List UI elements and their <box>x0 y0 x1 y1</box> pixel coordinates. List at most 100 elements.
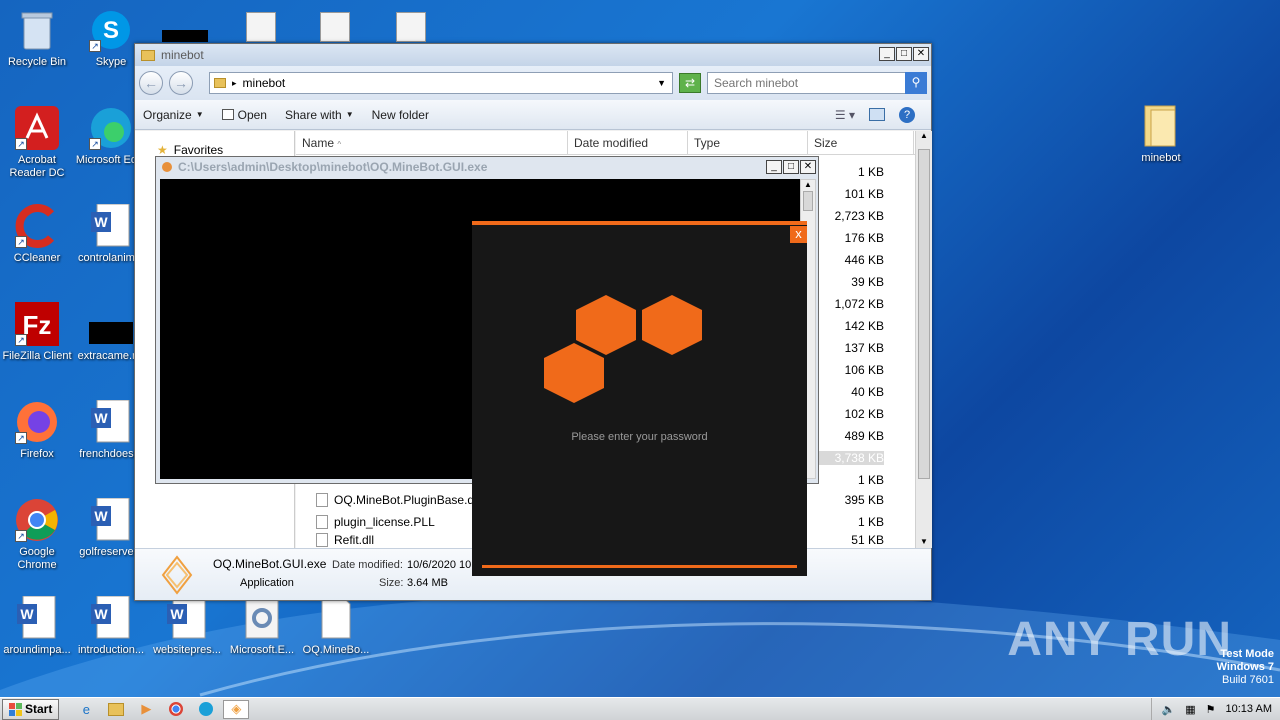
start-label: Start <box>25 702 53 716</box>
close-button[interactable]: x <box>790 226 807 243</box>
desktop-icon-websitepres[interactable]: W websitepres... <box>150 596 224 657</box>
media-player-icon[interactable]: ▶ <box>133 700 159 719</box>
desktop-icon-oq-minebot[interactable]: OQ.MineBo... <box>299 596 373 657</box>
chevron-down-icon[interactable]: ▼ <box>657 78 666 88</box>
maximize-button[interactable]: □ <box>896 47 912 61</box>
folder-icon <box>1139 104 1183 148</box>
maximize-button[interactable]: □ <box>783 160 799 174</box>
address-text: minebot <box>242 76 286 90</box>
folder-icon <box>141 49 155 61</box>
scroll-down-icon[interactable]: ▼ <box>916 537 932 546</box>
minebot-taskbar-icon[interactable]: ◈ <box>223 699 250 719</box>
command-toolbar: Organize ▼ Open Share with ▼ New folder ☰ … <box>135 100 931 130</box>
organize-menu[interactable]: Organize ▼ <box>143 108 204 122</box>
chevron-down-icon: ▼ <box>345 110 354 119</box>
address-bar[interactable]: ▸ minebot ▼ <box>209 72 673 94</box>
close-button[interactable]: ✕ <box>913 47 929 61</box>
clock[interactable]: 10:13 AM <box>1226 703 1272 715</box>
password-dialog[interactable]: x Please enter your password <box>472 221 807 576</box>
desktop-icon-aroundimpa[interactable]: W aroundimpa... <box>0 596 74 657</box>
console-titlebar[interactable]: C:\Users\admin\Desktop\minebot\OQ.MineBo… <box>156 157 818 177</box>
desktop-icon-label: Recycle Bin <box>7 56 67 68</box>
close-button[interactable]: ✕ <box>800 160 816 174</box>
column-date-label: Date modified <box>574 136 649 150</box>
share-with-menu[interactable]: Share with ▼ <box>285 108 354 122</box>
desktop-icon-label: OQ.MineBo... <box>302 644 370 656</box>
column-header: Name ^ Date modified Type Size <box>296 131 932 155</box>
start-button[interactable]: Start <box>2 698 60 720</box>
scrollbar-thumb[interactable] <box>918 149 930 479</box>
word-doc-icon: W <box>89 400 133 444</box>
hexagon-logo-icon <box>544 295 702 403</box>
svg-text:W: W <box>94 508 108 524</box>
desktop-icon-acrobat[interactable]: ↗ Acrobat Reader DC <box>0 106 74 180</box>
back-button[interactable]: ← <box>139 71 163 95</box>
column-size[interactable]: Size <box>808 131 914 154</box>
svg-text:W: W <box>94 214 108 230</box>
app-logo-icon <box>161 555 193 595</box>
dll-file-icon <box>316 493 328 507</box>
column-type-label: Type <box>694 136 721 150</box>
desktop-icon-label: minebot <box>1141 152 1181 164</box>
acrobat-icon: ↗ <box>15 106 59 150</box>
open-button[interactable]: Open <box>221 107 267 122</box>
column-date[interactable]: Date modified <box>568 131 688 154</box>
forward-button[interactable]: → <box>169 71 193 95</box>
details-size-value: 3.64 MB <box>407 577 448 589</box>
desktop-icon-recycle-bin[interactable]: Recycle Bin <box>0 8 74 69</box>
desktop-icon-introduction[interactable]: W introduction... <box>74 596 148 657</box>
svg-text:W: W <box>94 410 108 426</box>
explorer-titlebar[interactable]: minebot _ □ ✕ <box>135 44 931 66</box>
test-mode-text: Test Mode Windows 7 Build 7601 <box>1217 648 1274 687</box>
desktop-icon-label: introduction... <box>77 644 145 656</box>
desktop-icon-minebot-folder[interactable]: minebot <box>1124 104 1198 165</box>
desktop-icon-filezilla[interactable]: Fz ↗ FileZilla Client <box>0 302 74 363</box>
flag-icon[interactable]: ⚑ <box>1206 703 1216 716</box>
column-type[interactable]: Type <box>688 131 808 154</box>
anyrun-watermark: ANY RUN <box>1007 613 1232 666</box>
edge-taskbar-icon[interactable] <box>193 700 219 719</box>
ie-icon[interactable]: e <box>73 700 99 719</box>
refresh-button[interactable]: ⇄ <box>679 73 701 93</box>
nav-favorites[interactable]: Favorites <box>174 143 223 157</box>
column-name[interactable]: Name ^ <box>296 131 568 154</box>
search-input[interactable] <box>714 76 904 90</box>
desktop-icon-ccleaner[interactable]: ↗ CCleaner <box>0 204 74 265</box>
password-prompt: Please enter your password <box>571 431 708 443</box>
firefox-icon: ↗ <box>15 400 59 444</box>
file-size: 395 KB <box>844 493 884 507</box>
preview-pane-icon[interactable] <box>869 108 885 121</box>
sort-ascending-icon: ^ <box>337 140 342 149</box>
new-folder-label: New folder <box>371 107 429 122</box>
minimize-button[interactable]: _ <box>879 47 895 61</box>
window-title: minebot <box>161 48 204 62</box>
vertical-scrollbar[interactable]: ▲ ▼ <box>915 131 932 548</box>
help-icon[interactable]: ? <box>899 106 915 123</box>
desktop-icon-microsoft-e[interactable]: Microsoft.E... <box>225 596 299 657</box>
scroll-up-icon[interactable]: ▲ <box>916 131 932 140</box>
taskbar: Start e ▶ ◈ 🔈 ▦ ⚑ 10:13 AM <box>0 697 1280 720</box>
scroll-up-icon[interactable]: ▲ <box>801 180 815 189</box>
desktop-icon-label: websitepres... <box>153 644 221 656</box>
search-box[interactable]: ⚲ <box>707 72 927 94</box>
desktop-icon-chrome[interactable]: ↗ Google Chrome <box>0 498 74 572</box>
chrome-taskbar-icon[interactable] <box>163 700 189 719</box>
speaker-icon[interactable]: 🔈 <box>1162 703 1176 716</box>
new-folder-button[interactable]: New folder <box>372 108 429 122</box>
skype-icon: S ↗ <box>89 8 133 52</box>
chevron-right-icon: ▸ <box>232 77 237 88</box>
word-doc-icon: W <box>15 596 59 640</box>
file-name: Refit.dll <box>334 533 375 547</box>
search-icon[interactable]: ⚲ <box>905 72 927 94</box>
file-explorer-taskbar-icon[interactable] <box>103 700 129 719</box>
open-label: Open <box>237 107 267 122</box>
test-mode-line: Build 7601 <box>1222 674 1274 686</box>
network-icon[interactable]: ▦ <box>1185 703 1195 716</box>
view-options-icon[interactable]: ☰ ▾ <box>835 108 855 122</box>
scrollbar-thumb[interactable] <box>803 191 813 211</box>
app-icon <box>162 162 172 172</box>
minimize-button[interactable]: _ <box>766 160 782 174</box>
desktop-icon-firefox[interactable]: ↗ Firefox <box>0 400 74 461</box>
desktop-icon-label: Firefox <box>20 448 54 460</box>
black-file-icon <box>89 302 133 346</box>
